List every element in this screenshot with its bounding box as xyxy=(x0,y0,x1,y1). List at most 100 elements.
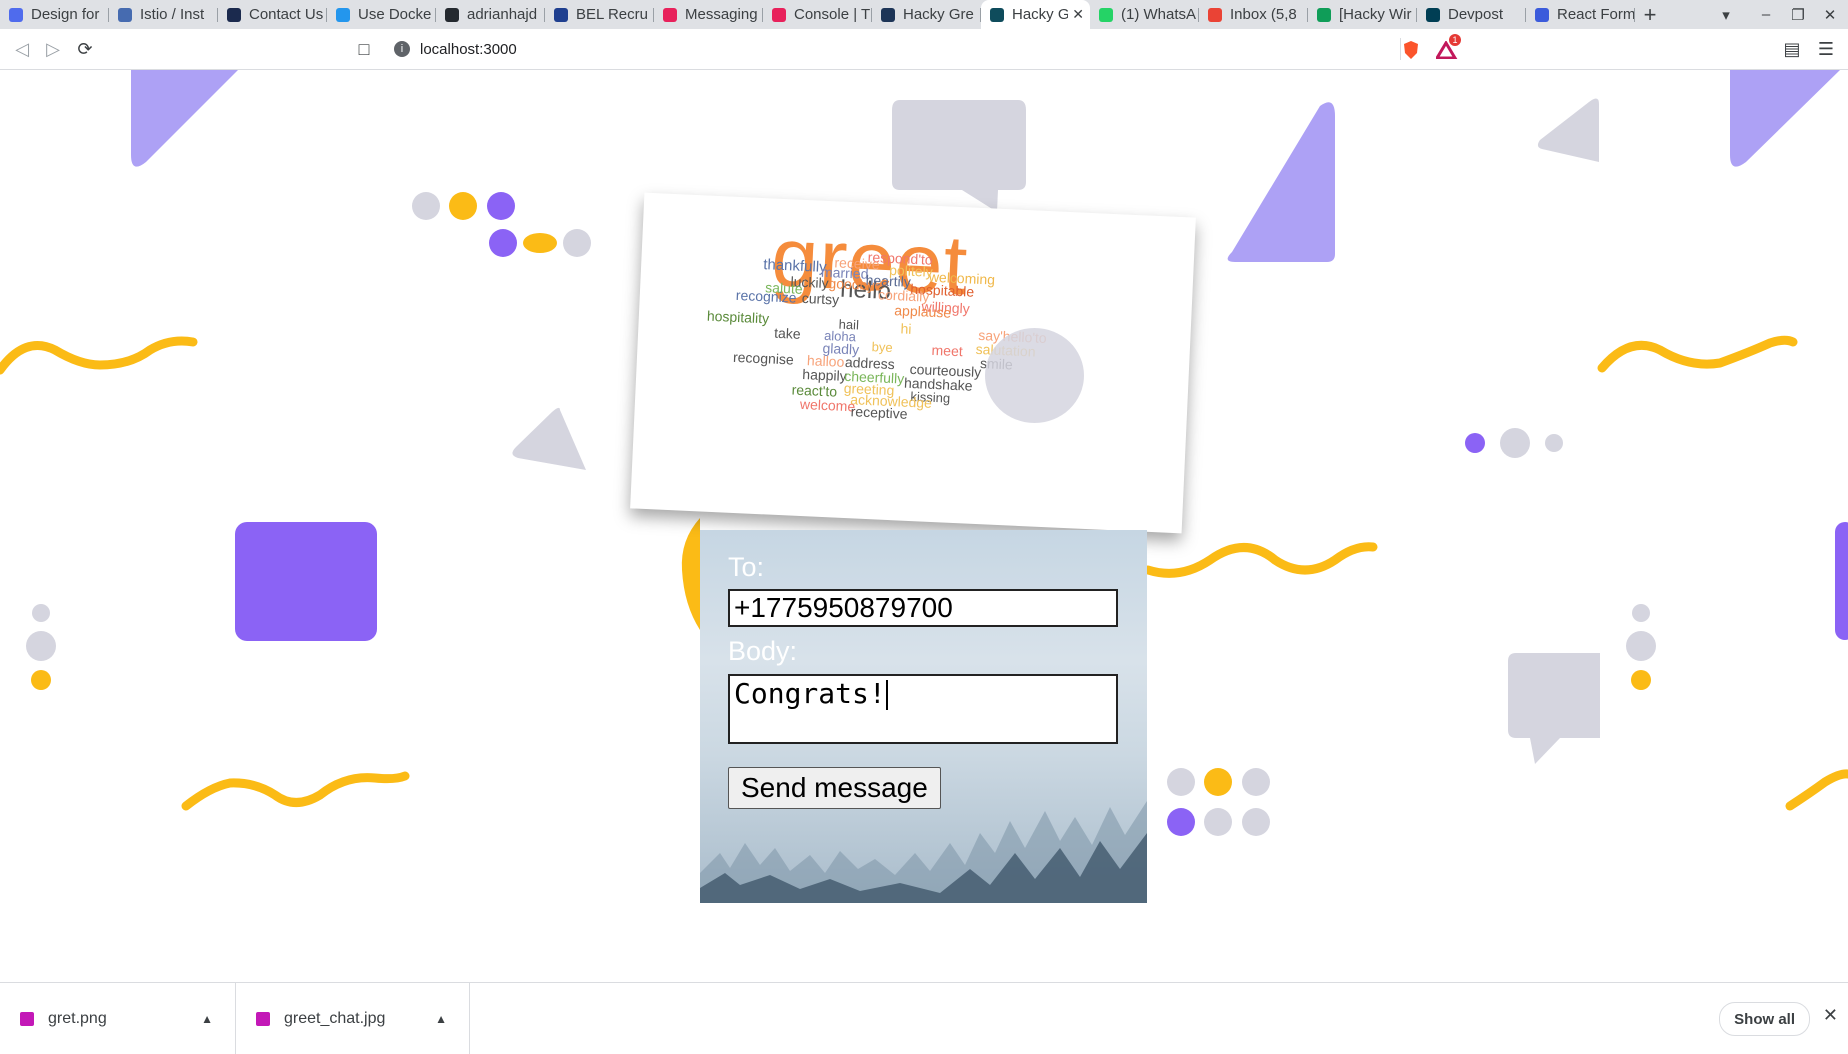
tab-favicon-icon xyxy=(881,7,895,22)
deco-triangle-top-left xyxy=(131,70,238,167)
browser-tab[interactable]: Hacky G ✕ xyxy=(981,0,1090,29)
page-content: greet hello respond'to receive thankfully mar… xyxy=(0,70,1848,982)
tab-favicon-icon xyxy=(663,7,677,22)
wordcloud-word: applause xyxy=(894,302,952,321)
tab-title: Hacky Gre xyxy=(903,6,974,23)
tab-title: [Hacky Wir xyxy=(1339,6,1412,23)
tab-title: Use Docke xyxy=(358,6,432,23)
minimize-icon[interactable]: – xyxy=(1750,0,1782,29)
wordcloud-word: curtsy xyxy=(801,289,840,308)
browser-tab[interactable]: Design for xyxy=(0,0,109,29)
browser-tab-strip: Design for Istio / Inst Contact Us Use Dock… xyxy=(0,0,1848,29)
brave-shield-icon[interactable] xyxy=(1402,40,1420,60)
close-tab-icon[interactable]: ✕ xyxy=(1072,6,1084,23)
tab-title: React Form xyxy=(1557,6,1635,23)
reload-icon[interactable]: ⟳ xyxy=(73,37,97,61)
wordcloud-word: take xyxy=(773,324,802,342)
tab-favicon-icon xyxy=(9,7,23,22)
wallet-icon[interactable]: ▤ xyxy=(1780,37,1804,61)
text-cursor xyxy=(885,680,888,710)
site-info-icon[interactable]: i xyxy=(394,41,410,57)
browser-tab[interactable]: Console | T xyxy=(763,0,872,29)
tab-favicon-icon xyxy=(445,7,459,22)
browser-tab[interactable]: Istio / Inst xyxy=(109,0,218,29)
to-phone-input[interactable]: +1775950879700 xyxy=(728,589,1118,627)
tab-favicon-icon xyxy=(1099,7,1113,22)
tab-title: Istio / Inst xyxy=(140,6,205,23)
browser-tab[interactable]: (1) WhatsA xyxy=(1090,0,1199,29)
browser-tab[interactable]: Inbox (5,8 xyxy=(1199,0,1308,29)
image-file-icon xyxy=(20,1011,34,1026)
browser-tab[interactable]: adrianhajd xyxy=(436,0,545,29)
chevron-up-icon[interactable]: ▲ xyxy=(435,1012,447,1026)
tab-title: (1) WhatsA xyxy=(1121,6,1197,23)
deco-circle xyxy=(985,328,1084,423)
body-text: Congrats! xyxy=(734,677,886,710)
wordcloud-word: hi xyxy=(900,320,912,337)
tab-title: Devpost xyxy=(1448,6,1504,23)
downloads-bar: gret.png ▲ greet_chat.jpg ▲ Show all ✕ xyxy=(0,982,1848,1054)
browser-tab[interactable]: Hacky Gre xyxy=(872,0,981,29)
tab-title: Messaging xyxy=(685,6,758,23)
tab-favicon-icon xyxy=(1426,7,1440,22)
greet-wordcloud-image: greet hello respond'to receive thankfully mar… xyxy=(630,192,1196,534)
browser-tab[interactable]: Use Docke xyxy=(327,0,436,29)
wordcloud-word: politely xyxy=(888,261,934,280)
restore-icon[interactable]: ❐ xyxy=(1782,0,1814,29)
close-downloads-icon[interactable]: ✕ xyxy=(1823,1005,1838,1026)
tab-favicon-icon xyxy=(554,7,568,22)
forest-background xyxy=(700,801,1147,903)
browser-toolbar: ◁ ▷ ⟳ □ i localhost:3000 1 ▤ ☰ xyxy=(0,29,1848,70)
body-textarea[interactable]: Congrats! xyxy=(728,674,1118,744)
show-all-downloads-button[interactable]: Show all xyxy=(1719,1002,1810,1036)
tab-title: Inbox (5,8 xyxy=(1230,6,1297,23)
browser-tab[interactable]: BEL Recru xyxy=(545,0,654,29)
tab-title: adrianhajd xyxy=(467,6,538,23)
tab-favicon-icon xyxy=(227,7,241,22)
tab-search-icon[interactable]: ▾ xyxy=(1710,0,1742,29)
to-label: To: xyxy=(728,552,765,582)
chevron-up-icon[interactable]: ▲ xyxy=(201,1012,213,1026)
tab-favicon-icon xyxy=(118,7,132,22)
back-icon[interactable]: ◁ xyxy=(10,37,34,61)
tab-favicon-icon xyxy=(1317,7,1331,22)
new-tab-icon[interactable]: + xyxy=(1635,0,1665,29)
tab-title: Design for xyxy=(31,6,100,23)
close-window-icon[interactable]: ✕ xyxy=(1814,0,1846,29)
forward-icon[interactable]: ▷ xyxy=(41,37,65,61)
deco-triangle-top-right xyxy=(1730,70,1840,167)
wordcloud-word: bye xyxy=(871,339,893,356)
wordcloud-word: meet xyxy=(931,341,964,360)
wordcloud-word: recognise xyxy=(732,348,795,368)
tab-favicon-icon xyxy=(990,7,1004,22)
address-bar[interactable]: i localhost:3000 xyxy=(384,34,1464,64)
menu-icon[interactable]: ☰ xyxy=(1814,37,1838,61)
message-form: To: +1775950879700 Body: Congrats! Send … xyxy=(700,530,1147,903)
wordcloud-word: receptive xyxy=(850,403,908,422)
download-filename: gret.png xyxy=(48,1009,107,1027)
url-text: localhost:3000 xyxy=(420,40,517,58)
send-message-button[interactable]: Send message xyxy=(728,767,941,809)
tab-title: Contact Us xyxy=(249,6,324,23)
tab-title: Console | T xyxy=(794,6,871,23)
tab-favicon-icon xyxy=(1535,7,1549,22)
deco-chat-bubble-top xyxy=(892,100,1026,212)
image-file-icon xyxy=(256,1011,270,1026)
bookmark-icon[interactable]: □ xyxy=(352,37,376,61)
browser-tab[interactable]: Devpost xyxy=(1417,0,1526,29)
browser-tab[interactable]: Messaging xyxy=(654,0,763,29)
tab-title: Hacky G xyxy=(1012,6,1069,23)
browser-tab[interactable]: React Form xyxy=(1526,0,1635,29)
download-item[interactable]: gret.png ▲ xyxy=(0,983,236,1054)
browser-tab[interactable]: Contact Us xyxy=(218,0,327,29)
toolbar-divider xyxy=(1400,38,1401,60)
tab-title: BEL Recru xyxy=(576,6,648,23)
tab-favicon-icon xyxy=(772,7,786,22)
tab-favicon-icon xyxy=(336,7,350,22)
body-label: Body: xyxy=(728,636,798,666)
browser-tab[interactable]: [Hacky Wir xyxy=(1308,0,1417,29)
wordcloud-word: recognize xyxy=(735,286,797,306)
wordcloud-word: hospitality xyxy=(706,307,770,327)
download-filename: greet_chat.jpg xyxy=(284,1009,386,1027)
download-item[interactable]: greet_chat.jpg ▲ xyxy=(236,983,470,1054)
